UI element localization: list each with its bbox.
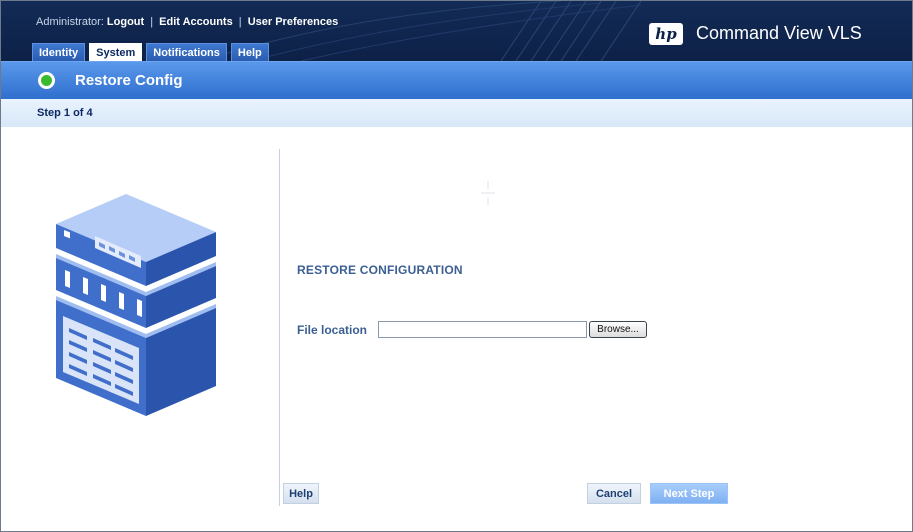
page-title: Restore Config: [75, 72, 183, 89]
edit-accounts-link[interactable]: Edit Accounts: [159, 16, 233, 28]
file-location-input[interactable]: [378, 321, 587, 338]
user-preferences-link[interactable]: User Preferences: [248, 16, 339, 28]
file-location-label: File location: [297, 323, 368, 337]
logout-link[interactable]: Logout: [107, 16, 144, 28]
page-title-bar: Restore Config: [1, 61, 912, 99]
separator: |: [238, 16, 242, 28]
vertical-divider: [279, 149, 280, 506]
tab-identity[interactable]: Identity: [32, 43, 86, 61]
browse-button[interactable]: Browse...: [589, 321, 647, 338]
help-button[interactable]: Help: [283, 483, 319, 504]
server-illustration: [56, 194, 216, 416]
next-step-button[interactable]: Next Step: [650, 483, 728, 504]
step-bar: Step 1 of 4: [1, 99, 912, 127]
step-indicator: Step 1 of 4: [37, 107, 93, 119]
tab-system[interactable]: System: [89, 43, 143, 61]
loading-spinner-icon: [481, 181, 495, 205]
separator: |: [150, 16, 154, 28]
hp-logo: hp: [649, 23, 683, 45]
product-name: Command View VLS: [696, 23, 862, 43]
admin-label: Administrator:: [36, 16, 104, 28]
tab-notifications[interactable]: Notifications: [146, 43, 227, 61]
top-banner: Administrator: Logout | Edit Accounts | …: [1, 1, 912, 61]
cancel-button[interactable]: Cancel: [587, 483, 641, 504]
admin-links: Administrator: Logout | Edit Accounts | …: [36, 16, 338, 28]
main-tabs: Identity System Notifications Help: [32, 43, 269, 61]
tab-help[interactable]: Help: [230, 43, 269, 61]
success-check-icon: [38, 72, 55, 89]
section-heading: RESTORE CONFIGURATION: [297, 263, 463, 277]
hp-logo-text: hp: [655, 25, 677, 43]
window: Administrator: Logout | Edit Accounts | …: [0, 0, 913, 532]
